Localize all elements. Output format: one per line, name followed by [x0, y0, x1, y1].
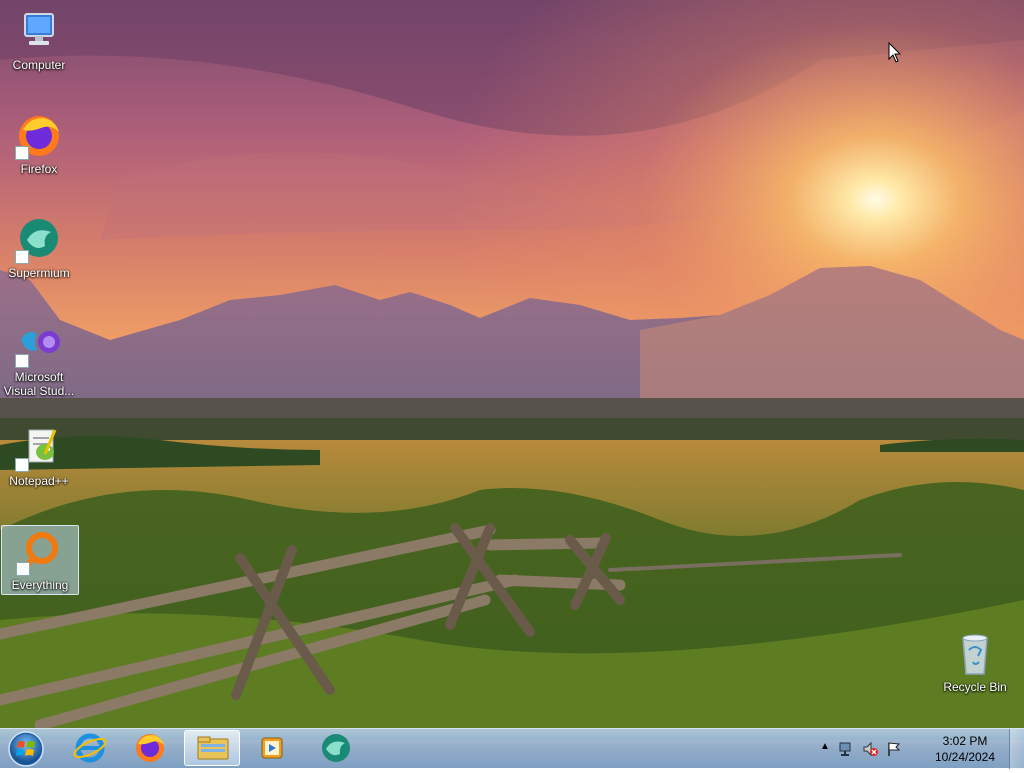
- supermium-icon: [15, 216, 63, 264]
- system-tray: ▲ 3:02 PM 10/24/2024: [818, 729, 1008, 769]
- firefox-icon: [15, 112, 63, 160]
- windows-start-icon: [8, 731, 44, 767]
- desktop-icon-label: Microsoft Visual Stud...: [3, 370, 75, 398]
- desktop-icon-label: Computer: [12, 58, 66, 72]
- shortcut-arrow-icon: [15, 354, 29, 368]
- shortcut-arrow-icon: [15, 250, 29, 264]
- clock-date: 10/24/2024: [934, 750, 996, 764]
- desktop-icon-recycle-bin[interactable]: Recycle Bin: [937, 628, 1013, 696]
- action-center-flag-icon[interactable]: [886, 741, 902, 757]
- media-player-icon: [261, 737, 283, 759]
- desktop-icon-notepad-plus-plus[interactable]: Notepad++: [1, 422, 77, 490]
- clock-time: 3:02 PM: [942, 734, 988, 748]
- desktop-icon-label: Notepad++: [9, 474, 69, 488]
- shortcut-arrow-icon: [15, 458, 29, 472]
- internet-explorer-icon: [73, 733, 107, 763]
- taskbar-file-explorer[interactable]: [184, 730, 240, 766]
- network-icon[interactable]: [838, 741, 854, 757]
- taskbar-internet-explorer[interactable]: [62, 730, 118, 766]
- taskbar-supermium[interactable]: [308, 730, 364, 766]
- show-hidden-icons-arrow[interactable]: ▲: [820, 741, 830, 752]
- supermium-icon: [322, 734, 350, 762]
- desktop-icon-visual-studio[interactable]: Microsoft Visual Stud...: [1, 318, 77, 402]
- shortcut-arrow-icon: [15, 146, 29, 160]
- desktop-icon-label: Supermium: [8, 266, 70, 280]
- desktop-icon-supermium[interactable]: Supermium: [1, 214, 77, 282]
- desktop-icon-label: Recycle Bin: [943, 680, 1007, 694]
- desktop-icon-label: Everything: [11, 578, 69, 592]
- taskbar-firefox[interactable]: [122, 730, 178, 766]
- volume-muted-icon[interactable]: [862, 741, 878, 757]
- desktop-icon-label: Firefox: [20, 162, 58, 176]
- start-button[interactable]: [4, 730, 48, 768]
- show-desktop-button[interactable]: [1009, 729, 1024, 769]
- mouse-cursor-icon: [888, 42, 902, 63]
- taskbar: ▲ 3:02 PM 10/24/2024: [0, 728, 1024, 769]
- file-explorer-icon: [197, 736, 229, 760]
- desktop-wallpaper: [0, 0, 1024, 768]
- visual-studio-icon: [15, 320, 63, 368]
- recycle-bin-icon: [951, 630, 999, 678]
- taskbar-clock[interactable]: 3:02 PM 10/24/2024: [926, 733, 1004, 765]
- taskbar-media-player[interactable]: [244, 730, 300, 766]
- computer-icon: [15, 8, 63, 56]
- everything-search-icon: [16, 528, 64, 576]
- desktop-icon-firefox[interactable]: Firefox: [1, 110, 77, 178]
- firefox-icon: [136, 734, 164, 762]
- notepad-plus-plus-icon: [15, 424, 63, 472]
- desktop-icon-everything[interactable]: Everything: [1, 525, 79, 595]
- desktop-icon-computer[interactable]: Computer: [1, 6, 77, 74]
- shortcut-arrow-icon: [16, 562, 30, 576]
